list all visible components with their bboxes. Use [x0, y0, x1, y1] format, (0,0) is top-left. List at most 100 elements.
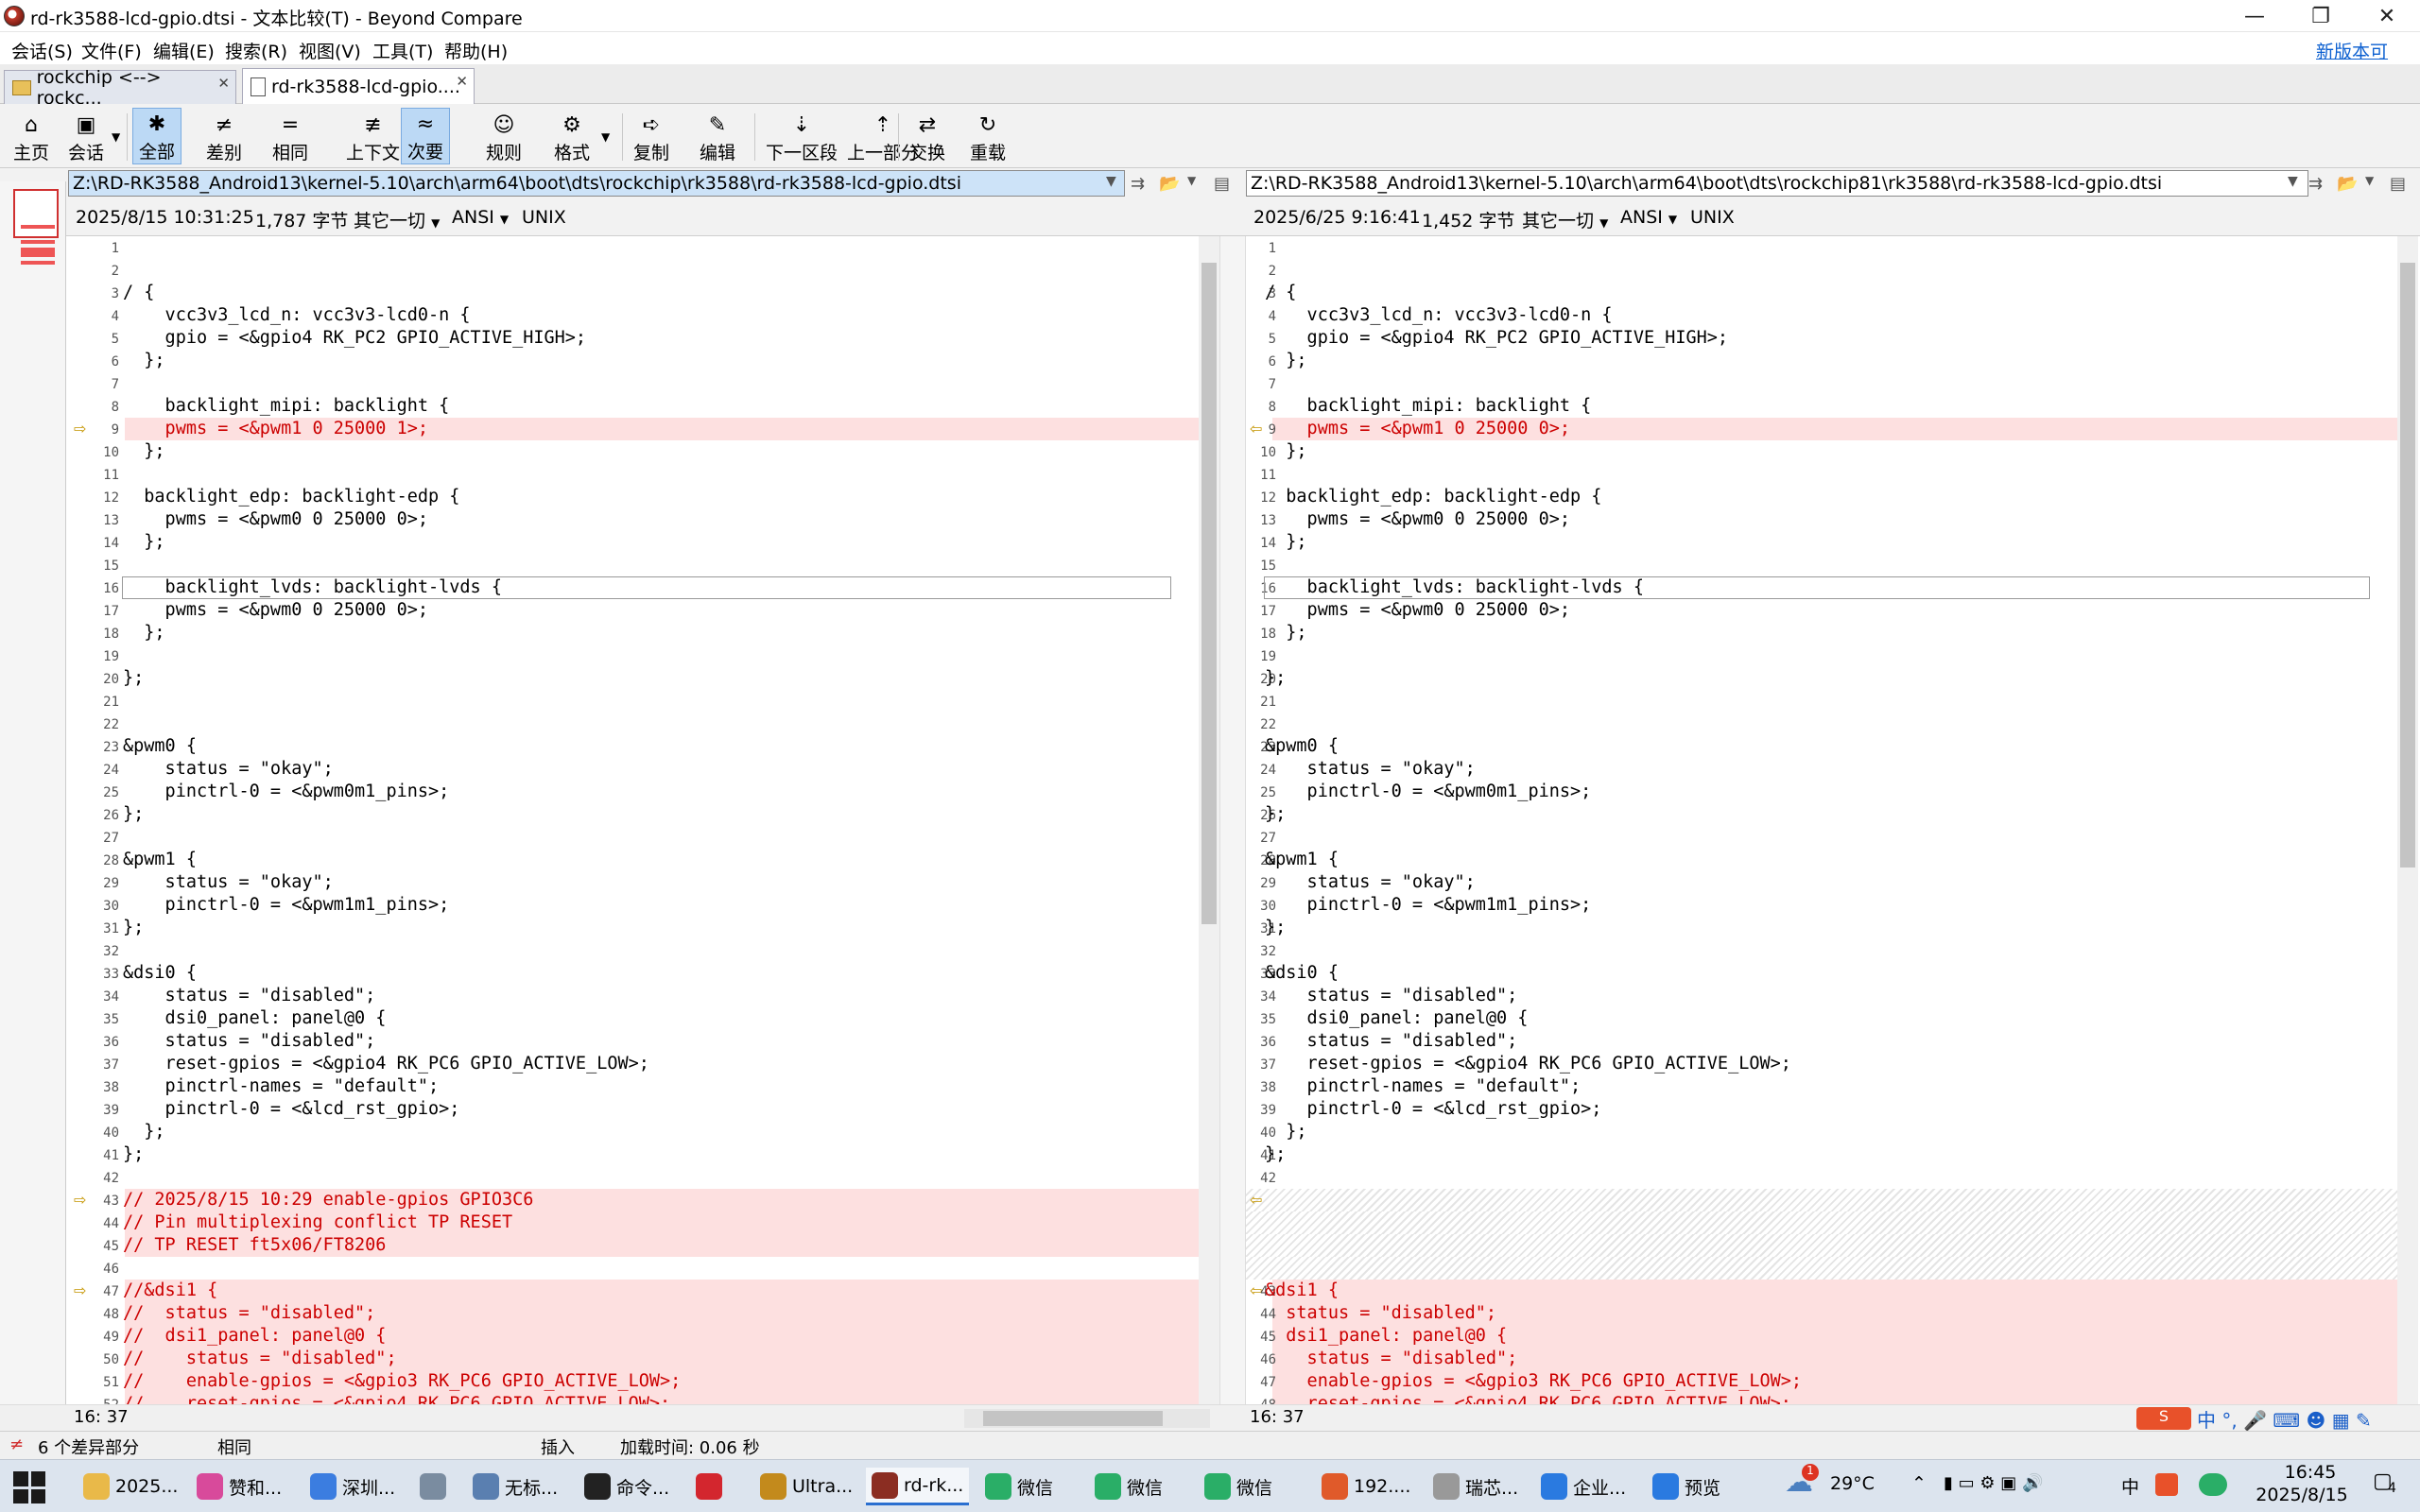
left-history-dropdown-icon[interactable]: ▼: [1106, 174, 1116, 189]
code-line[interactable]: 19: [68, 644, 1199, 667]
pane-splitter[interactable]: [1219, 236, 1246, 1404]
code-line[interactable]: 12 backlight_edp: backlight-edp {: [1246, 486, 2397, 508]
code-line[interactable]: 10 };: [1246, 440, 2397, 463]
code-line[interactable]: 8 backlight_mipi: backlight {: [1246, 395, 2397, 418]
menu-view[interactable]: 视图(V): [295, 38, 365, 63]
code-line[interactable]: 31};: [1246, 917, 2397, 939]
toolbar-format-button[interactable]: ⚙ 格式: [548, 108, 596, 164]
tab-text-compare[interactable]: rd-rk3588-lcd-gpio.... ✕: [242, 68, 475, 104]
sogou-ime-icon[interactable]: [2155, 1473, 2178, 1496]
toolbar-all-button[interactable]: ✱ 全部: [132, 108, 182, 164]
code-line[interactable]: 38 pinctrl-names = "default";: [1246, 1075, 2397, 1098]
code-line[interactable]: 23 &pwm0 {: [68, 735, 1199, 758]
code-line[interactable]: 7: [68, 372, 1199, 395]
right-swap-icon[interactable]: ⇉: [2308, 174, 2323, 194]
code-line[interactable]: 41};: [68, 1143, 1199, 1166]
taskbar-app-button[interactable]: 预览: [1647, 1468, 1726, 1505]
diff-marker-arrow-icon[interactable]: ⇨: [74, 1281, 91, 1299]
code-line[interactable]: 44 status = "disabled";: [1246, 1302, 2397, 1325]
taskbar-app-button[interactable]: 微信: [979, 1468, 1059, 1505]
ime-toolbar[interactable]: 中 °, 🎤 ⌨ ☻ ▦ ✎: [2197, 1405, 2372, 1433]
windows-start-icon[interactable]: [13, 1471, 45, 1503]
code-line[interactable]: 29 status = "okay";: [68, 871, 1199, 894]
ime-logo-icon[interactable]: S: [2136, 1407, 2191, 1430]
code-line[interactable]: 39 pinctrl-0 = <&lcd_rst_gpio>;: [1246, 1098, 2397, 1121]
toolbar-home-button[interactable]: ⌂ 主页: [8, 108, 55, 164]
menu-help[interactable]: 帮助(H): [441, 38, 511, 63]
code-line[interactable]: 23 &pwm0 {: [1246, 735, 2397, 758]
taskbar-app-button[interactable]: 微信: [1089, 1468, 1168, 1505]
left-text-pane[interactable]: 1 2 3/ {4 vcc3v3_lcd_n: vcc3v3-lcd0-n {5 g…: [68, 236, 1219, 1404]
right-save-icon[interactable]: ▤: [2390, 174, 2406, 194]
code-line[interactable]: 3/ {: [68, 282, 1199, 304]
code-line[interactable]: 13 pwms = <&pwm0 0 25000 0>;: [68, 508, 1199, 531]
code-line[interactable]: 18 };: [68, 622, 1199, 644]
left-open-dropdown-icon[interactable]: ▼: [1187, 174, 1196, 187]
right-open-dropdown-icon[interactable]: ▼: [2365, 174, 2374, 187]
code-line[interactable]: [1246, 1234, 2397, 1257]
code-line[interactable]: 30 pinctrl-0 = <&pwm1m1_pins>;: [68, 894, 1199, 917]
diff-marker-arrow-icon[interactable]: ⇦: [1250, 1191, 1267, 1209]
code-line[interactable]: 32: [68, 939, 1199, 962]
code-line[interactable]: 34 status = "disabled";: [1246, 985, 2397, 1007]
code-line[interactable]: 25 pinctrl-0 = <&pwm0m1_pins>;: [1246, 781, 2397, 803]
code-line[interactable]: 10 };: [68, 440, 1199, 463]
right-line-ending[interactable]: UNIX: [1690, 207, 1735, 228]
taskbar-app-button[interactable]: rd-rk...: [866, 1468, 970, 1505]
code-line[interactable]: 48 // status = "disabled";: [68, 1302, 1199, 1325]
code-line[interactable]: 35 dsi0_panel: panel@0 {: [68, 1007, 1199, 1030]
left-save-icon[interactable]: ▤: [1214, 174, 1230, 194]
code-line[interactable]: 5 gpio = <&gpio4 RK_PC2 GPIO_ACTIVE_HIGH…: [1246, 327, 2397, 350]
toolbar-edit-button[interactable]: ✎ 编辑: [694, 108, 741, 164]
code-line[interactable]: 30 pinctrl-0 = <&pwm1m1_pins>;: [1246, 894, 2397, 917]
code-line[interactable]: 40 };: [1246, 1121, 2397, 1143]
code-line[interactable]: 15: [1246, 554, 2397, 576]
taskbar-app-button[interactable]: [690, 1468, 734, 1505]
wechat-tray-icon[interactable]: [2199, 1473, 2227, 1496]
code-line[interactable]: 3/ {: [1246, 282, 2397, 304]
code-line[interactable]: 21: [68, 690, 1199, 713]
code-line[interactable]: 33 &dsi0 {: [68, 962, 1199, 985]
code-line[interactable]: 31};: [68, 917, 1199, 939]
taskbar-app-button[interactable]: 企业...: [1535, 1468, 1632, 1505]
code-line[interactable]: 45 // TP RESET ft5x06/FT8206: [68, 1234, 1199, 1257]
code-line[interactable]: 11: [1246, 463, 2397, 486]
taskbar-app-button[interactable]: 瑞芯...: [1427, 1468, 1524, 1505]
menu-session[interactable]: 会话(S): [8, 38, 77, 63]
code-line[interactable]: ⇦ 43 &dsi1 {: [1246, 1280, 2397, 1302]
toolbar-next-section-button[interactable]: ⇣ 下一区段: [760, 108, 843, 164]
code-line[interactable]: 15: [68, 554, 1199, 576]
taskbar-app-button[interactable]: [414, 1468, 458, 1505]
menu-edit[interactable]: 编辑(E): [149, 38, 218, 63]
toolbar-copy-button[interactable]: ➪ 复制: [628, 108, 675, 164]
code-line[interactable]: 46: [68, 1257, 1199, 1280]
code-line[interactable]: 37 reset-gpios = <&gpio4 RK_PC6 GPIO_ACT…: [1246, 1053, 2397, 1075]
code-line[interactable]: 22: [68, 713, 1199, 735]
code-line[interactable]: 28 &pwm1 {: [68, 849, 1199, 871]
code-line[interactable]: ⇦: [1246, 1189, 2397, 1211]
left-other-dropdown[interactable]: 其它一切 ▼: [354, 207, 440, 232]
code-line[interactable]: 41};: [1246, 1143, 2397, 1166]
code-line[interactable]: 32: [1246, 939, 2397, 962]
taskbar-app-button[interactable]: 2025...: [78, 1468, 183, 1505]
tab-folder-compare[interactable]: rockchip <--> rockc... ✕: [4, 67, 236, 109]
menu-file[interactable]: 文件(F): [78, 38, 146, 63]
diff-marker-arrow-icon[interactable]: ⇨: [74, 1191, 91, 1209]
code-line[interactable]: 6 };: [1246, 350, 2397, 372]
code-line[interactable]: 1: [68, 236, 1199, 259]
code-line[interactable]: 17 pwms = <&pwm0 0 25000 0>;: [1246, 599, 2397, 622]
code-line[interactable]: 37 reset-gpios = <&gpio4 RK_PC6 GPIO_ACT…: [68, 1053, 1199, 1075]
code-line[interactable]: 38 pinctrl-names = "default";: [68, 1075, 1199, 1098]
weather-temperature[interactable]: 29°C: [1830, 1473, 1875, 1494]
code-line[interactable]: 47 enable-gpios = <&gpio3 RK_PC6 GPIO_AC…: [1246, 1370, 2397, 1393]
code-line[interactable]: 11: [68, 463, 1199, 486]
code-line[interactable]: 1: [1246, 236, 2397, 259]
left-line-ending[interactable]: UNIX: [522, 207, 566, 228]
left-horizontal-scrollbar[interactable]: [964, 1409, 1210, 1428]
code-line[interactable]: ⇦ 9 pwms = <&pwm1 0 25000 0>;: [1246, 418, 2397, 440]
code-line[interactable]: 5 gpio = <&gpio4 RK_PC2 GPIO_ACTIVE_HIGH…: [68, 327, 1199, 350]
close-button[interactable]: ✕: [2354, 0, 2420, 32]
right-history-dropdown-icon[interactable]: ▼: [2288, 174, 2298, 189]
clock-date[interactable]: 2025/8/15: [2240, 1485, 2363, 1505]
code-line[interactable]: 6 };: [68, 350, 1199, 372]
